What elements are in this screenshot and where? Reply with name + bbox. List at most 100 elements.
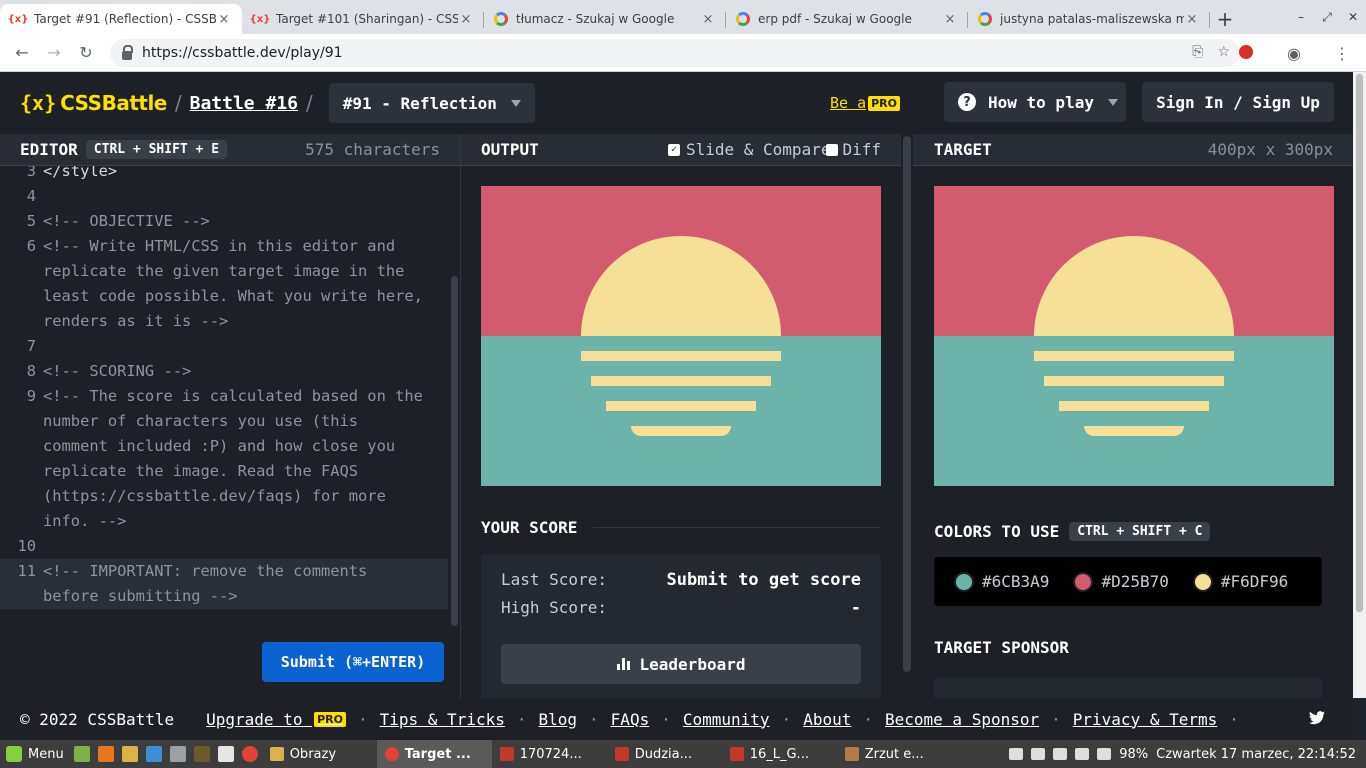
- footer-link-tips[interactable]: Tips & Tricks: [380, 710, 505, 729]
- slide-compare-checkbox[interactable]: ✓: [667, 143, 680, 156]
- profile-icon[interactable]: ◉: [1270, 44, 1318, 63]
- code-line[interactable]: replicate the image. Read the FAQS: [0, 459, 448, 484]
- minimize-icon[interactable]: –: [1288, 10, 1314, 24]
- code-line[interactable]: renders as it is -->: [0, 309, 448, 334]
- start-menu-button[interactable]: Menu: [0, 746, 70, 762]
- code-line[interactable]: 8 <!-- SCORING -->: [0, 359, 448, 384]
- leaderboard-button[interactable]: Leaderboard: [501, 644, 861, 684]
- close-tab-icon[interactable]: ×: [458, 12, 474, 27]
- code-line[interactable]: (https://cssbattle.dev/faqs) for more: [0, 484, 448, 509]
- footer-link-community[interactable]: Community: [683, 710, 770, 729]
- pdf-icon: [499, 747, 514, 761]
- twitter-icon[interactable]: [1309, 711, 1325, 725]
- calculator-icon[interactable]: [169, 746, 186, 762]
- code-line[interactable]: info. -->: [0, 509, 448, 534]
- browser-tab[interactable]: {x} Target #101 (Sharingan) - CSSBattle …: [242, 4, 484, 34]
- code-line[interactable]: replicate the given target image in the: [0, 259, 448, 284]
- taskbar-task[interactable]: Target ...: [376, 740, 492, 768]
- volume-icon[interactable]: [1075, 748, 1090, 760]
- diff-label[interactable]: Diff: [842, 140, 881, 159]
- code-line[interactable]: 3 </style>: [0, 166, 448, 184]
- browser-tab-bar: {x} Target #91 (Reflection) - CSSBattle …: [0, 0, 1366, 34]
- wifi-icon[interactable]: [1009, 748, 1024, 760]
- code-line[interactable]: number of characters you use (this: [0, 409, 448, 434]
- clipboard-icon[interactable]: [1053, 748, 1068, 760]
- browser-menu-icon[interactable]: ⋮: [1318, 44, 1366, 63]
- image-viewer-icon: [844, 747, 859, 761]
- page-scrollbar[interactable]: [1353, 72, 1366, 698]
- color-swatch[interactable]: #D25B70: [1073, 571, 1169, 592]
- show-desktop-icon[interactable]: [73, 746, 90, 762]
- address-bar[interactable]: https://cssbattle.dev/play/91 ⎘ ☆: [110, 39, 1240, 67]
- google-favicon-icon: [736, 12, 750, 26]
- line-text: comment included :P) and how close you: [43, 437, 396, 455]
- files-icon[interactable]: [121, 746, 138, 762]
- reload-icon[interactable]: ↻: [70, 43, 102, 62]
- cssbattle-logo[interactable]: {x} CSSBattle: [20, 91, 167, 115]
- back-icon[interactable]: ←: [6, 43, 38, 62]
- code-line[interactable]: 5 <!-- OBJECTIVE -->: [0, 209, 448, 234]
- taskbar-task[interactable]: 16_L_G...: [722, 740, 837, 768]
- color-hex: #D25B70: [1101, 572, 1169, 591]
- line-text: number of characters you use (this: [43, 412, 359, 430]
- firefox-icon[interactable]: [97, 746, 114, 762]
- output-canvas[interactable]: [481, 186, 881, 486]
- writer-icon[interactable]: [145, 746, 162, 762]
- taskbar-task[interactable]: 170724...: [492, 740, 607, 768]
- be-a-pro-link[interactable]: Be a PRO: [830, 94, 901, 112]
- code-line[interactable]: 9 <!-- The score is calculated based on t…: [0, 384, 448, 409]
- close-tab-icon[interactable]: ×: [942, 12, 958, 27]
- new-tab-button[interactable]: +: [1210, 4, 1240, 34]
- user-icon[interactable]: [1031, 748, 1046, 760]
- taskbar-task[interactable]: Zrzut e...: [837, 740, 952, 768]
- code-line[interactable]: least code possible. What you write here…: [0, 284, 448, 309]
- submit-button[interactable]: Submit (⌘+ENTER): [262, 642, 444, 682]
- footer-link-about[interactable]: About: [803, 710, 851, 729]
- slide-compare-label[interactable]: Slide & Compare: [686, 140, 831, 159]
- output-scrollbar[interactable]: [901, 134, 913, 698]
- editor-scrollbar[interactable]: [451, 276, 458, 626]
- close-tab-icon[interactable]: ×: [216, 12, 232, 27]
- code-line[interactable]: 7: [0, 334, 448, 359]
- browser-tab[interactable]: erp pdf - Szukaj w Google ×: [726, 4, 968, 34]
- color-swatch[interactable]: #6CB3A9: [954, 571, 1049, 592]
- browser-tab[interactable]: tłumacz - Szukaj w Google ×: [484, 4, 726, 34]
- code-area[interactable]: 3 </style> 4 5 <!-- OBJECTIVE --> 6 <!-- Write…: [0, 166, 448, 626]
- code-line[interactable]: 10: [0, 534, 448, 559]
- forward-icon[interactable]: →: [38, 43, 70, 62]
- battery-icon[interactable]: [1097, 748, 1112, 760]
- code-line[interactable]: before submitting -->: [0, 584, 448, 609]
- browser-tab[interactable]: {x} Target #91 (Reflection) - CSSBattle …: [0, 4, 242, 34]
- target-select[interactable]: #91 - Reflection: [328, 83, 535, 123]
- maximize-icon[interactable]: ⤢: [1314, 10, 1340, 25]
- terminal-icon[interactable]: [193, 746, 210, 762]
- close-tab-icon[interactable]: ×: [1184, 12, 1200, 27]
- taskbar-task[interactable]: Obrazy: [262, 740, 377, 768]
- close-tab-icon[interactable]: ×: [700, 12, 716, 27]
- clock[interactable]: Czwartek 17 marzec, 22:14:52: [1156, 747, 1356, 762]
- how-to-play-button[interactable]: ? How to play: [944, 82, 1126, 122]
- footer-link-blog[interactable]: Blog: [539, 710, 578, 729]
- sign-in-button[interactable]: Sign In / Sign Up: [1142, 82, 1334, 122]
- footer-link-sponsor[interactable]: Become a Sponsor: [885, 710, 1039, 729]
- code-line[interactable]: comment included :P) and how close you: [0, 434, 448, 459]
- translate-icon[interactable]: ⎘: [1192, 44, 1203, 60]
- footer-link-faqs[interactable]: FAQs: [611, 710, 650, 729]
- text-editor-icon[interactable]: [217, 746, 234, 762]
- close-window-icon[interactable]: ✕: [1340, 10, 1366, 24]
- extension-stop-icon[interactable]: [1222, 44, 1270, 63]
- color-swatch[interactable]: #F6DF96: [1192, 571, 1288, 592]
- chrome-icon[interactable]: [241, 746, 258, 762]
- footer-link-upgrade[interactable]: Upgrade to PRO: [206, 710, 346, 729]
- code-line[interactable]: 4: [0, 184, 448, 209]
- battle-link[interactable]: Battle #16: [190, 93, 298, 114]
- taskbar-task[interactable]: Dudzia...: [607, 740, 722, 768]
- code-line[interactable]: 11 <!-- IMPORTANT: remove the comments: [0, 559, 448, 584]
- sponsor-card[interactable]: [934, 678, 1322, 698]
- code-line[interactable]: 6 <!-- Write HTML/CSS in this editor and: [0, 234, 448, 259]
- browser-tab[interactable]: justyna patalas-maliszewska m ×: [968, 4, 1210, 34]
- question-icon: ?: [958, 93, 976, 111]
- diff-checkbox[interactable]: [826, 143, 839, 156]
- footer-link-privacy[interactable]: Privacy & Terms: [1073, 710, 1218, 729]
- code-editor[interactable]: 3 </style> 4 5 <!-- OBJECTIVE --> 6 <!-- Write…: [0, 166, 460, 698]
